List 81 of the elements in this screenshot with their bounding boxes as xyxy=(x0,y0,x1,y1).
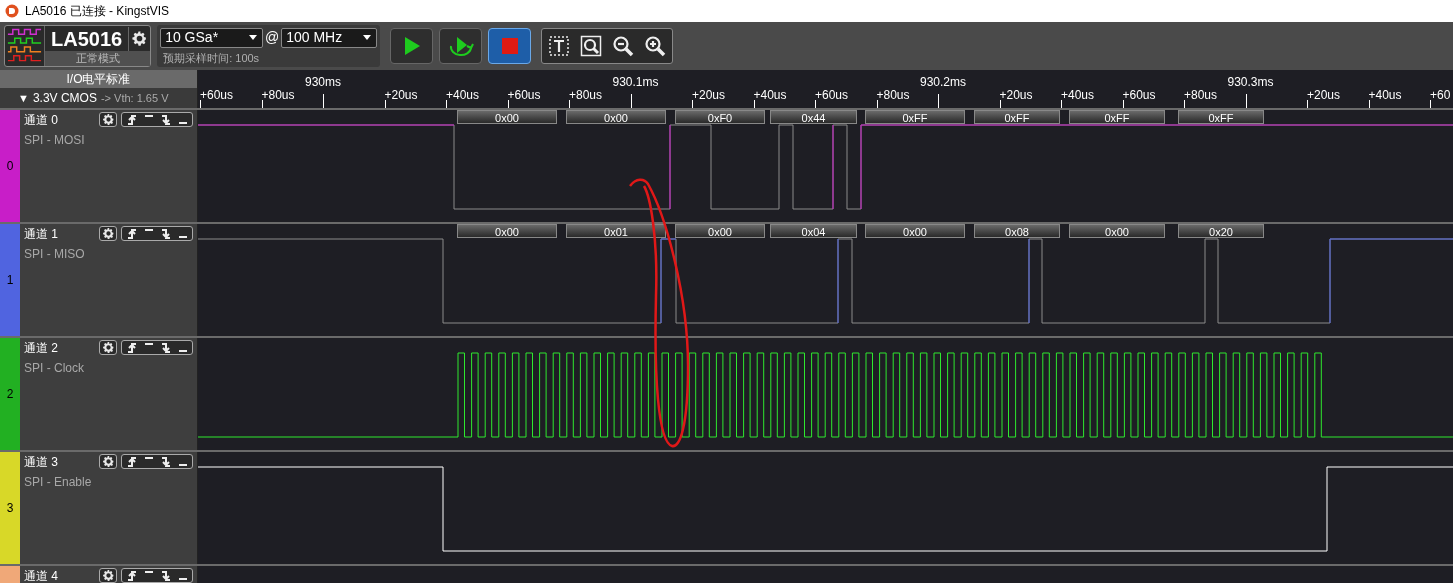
io-standard-dropdown[interactable]: ▼ 3.3V CMOS -> Vth: 1.65 V xyxy=(0,88,197,108)
time-tick-label: 930.1ms xyxy=(612,74,659,91)
time-tick-label: +40us xyxy=(753,87,787,104)
channel-name: 通道 0 xyxy=(24,112,59,127)
rising-edge-icon[interactable] xyxy=(126,342,138,353)
rising-edge-icon[interactable] xyxy=(126,114,138,125)
protocol-label: SPI - Clock xyxy=(24,360,85,377)
protocol-label: SPI - MOSI xyxy=(24,132,86,149)
zoom-out-icon[interactable] xyxy=(612,35,635,57)
channel-number: 1 xyxy=(6,272,14,289)
dropdown-caret-icon xyxy=(248,35,257,40)
window-title: LA5016 已连接 - KingstVIS xyxy=(25,3,170,20)
falling-edge-icon[interactable] xyxy=(160,114,172,125)
time-tick-label: +20us xyxy=(692,87,726,104)
time-tick-label: 930.3ms xyxy=(1227,74,1274,91)
time-tick-label: +80us xyxy=(261,87,295,104)
time-tick-label: +20us xyxy=(999,87,1033,104)
channel-number: 2 xyxy=(6,386,14,403)
falling-edge-icon[interactable] xyxy=(160,456,172,467)
time-tick-label: +60 xyxy=(1430,87,1451,104)
mode-label: 正常模式 xyxy=(45,51,151,66)
stop-button[interactable] xyxy=(488,28,532,64)
rising-edge-icon[interactable] xyxy=(126,228,138,239)
channel-name: 通道 2 xyxy=(24,340,59,355)
time-tick-label: +60us xyxy=(507,87,541,104)
sample-rate-dropdown[interactable]: 100 MHz xyxy=(281,27,378,48)
decoded-value: 0x20 xyxy=(1178,224,1264,238)
loop-start-button[interactable] xyxy=(439,28,483,64)
decoded-value: 0xFF xyxy=(1069,110,1165,124)
decoded-value: 0xFF xyxy=(865,110,965,124)
decoded-value: 0x00 xyxy=(566,110,666,124)
channel-number: 3 xyxy=(6,500,14,517)
at-sign: @ xyxy=(264,28,280,47)
decoded-value: 0xFF xyxy=(974,110,1060,124)
protocol-label: SPI - MISO xyxy=(24,246,86,263)
logic-waves-icon xyxy=(5,26,45,66)
protocol-label: SPI - Enable xyxy=(24,474,93,491)
app-logo-icon xyxy=(5,4,19,18)
time-tick-label: +80us xyxy=(876,87,910,104)
falling-edge-icon[interactable] xyxy=(160,342,172,353)
decoded-value: 0x00 xyxy=(865,224,965,238)
sample-depth-dropdown[interactable]: 10 GSa* xyxy=(160,27,263,48)
decoded-value: 0xFF xyxy=(1178,110,1264,124)
time-tick-label: +40us xyxy=(1368,87,1402,104)
rising-edge-icon[interactable] xyxy=(126,570,138,581)
decoded-value: 0x00 xyxy=(457,110,557,124)
dropdown-caret-icon xyxy=(363,35,372,40)
device-name: LA5016 xyxy=(50,26,124,52)
time-tick-label: +80us xyxy=(1184,87,1218,104)
decoded-value: 0x44 xyxy=(770,110,857,124)
stop-icon xyxy=(500,37,519,55)
time-tick-label: +60us xyxy=(1122,87,1156,104)
time-tick-label: +40us xyxy=(446,87,480,104)
decoded-value: 0x08 xyxy=(974,224,1060,238)
decoded-value: 0xF0 xyxy=(675,110,765,124)
start-button[interactable] xyxy=(390,28,434,64)
decoded-value: 0x00 xyxy=(457,224,557,238)
channel-name: 通道 3 xyxy=(24,454,59,469)
decoded-value: 0x04 xyxy=(770,224,857,238)
channel-number: 0 xyxy=(6,158,14,175)
decoded-value: 0x00 xyxy=(1069,224,1165,238)
time-tick-label: +60us xyxy=(815,87,849,104)
io-standard-title: I/O电平标准 xyxy=(0,70,197,88)
time-tick-label: +60us xyxy=(200,87,234,104)
zoom-in-icon[interactable] xyxy=(644,35,667,57)
decoded-value: 0x01 xyxy=(566,224,666,238)
falling-edge-icon[interactable] xyxy=(160,228,172,239)
rising-edge-icon[interactable] xyxy=(126,456,138,467)
time-tick-label: +40us xyxy=(1061,87,1095,104)
time-tick-label: +20us xyxy=(1307,87,1341,104)
time-tick-label: +80us xyxy=(569,87,603,104)
expected-time-label: 预期采样时间: 100s xyxy=(162,51,261,66)
time-tick-label: +20us xyxy=(384,87,418,104)
text-select-icon[interactable] xyxy=(548,35,571,57)
channel-name: 通道 4 xyxy=(24,568,59,583)
time-tick-label: 930ms xyxy=(305,74,342,91)
zoom-box-icon[interactable] xyxy=(580,35,603,57)
time-tick-label: 930.2ms xyxy=(920,74,967,91)
channel-name: 通道 1 xyxy=(24,226,59,241)
decoded-value: 0x00 xyxy=(675,224,765,238)
falling-edge-icon[interactable] xyxy=(160,570,172,581)
